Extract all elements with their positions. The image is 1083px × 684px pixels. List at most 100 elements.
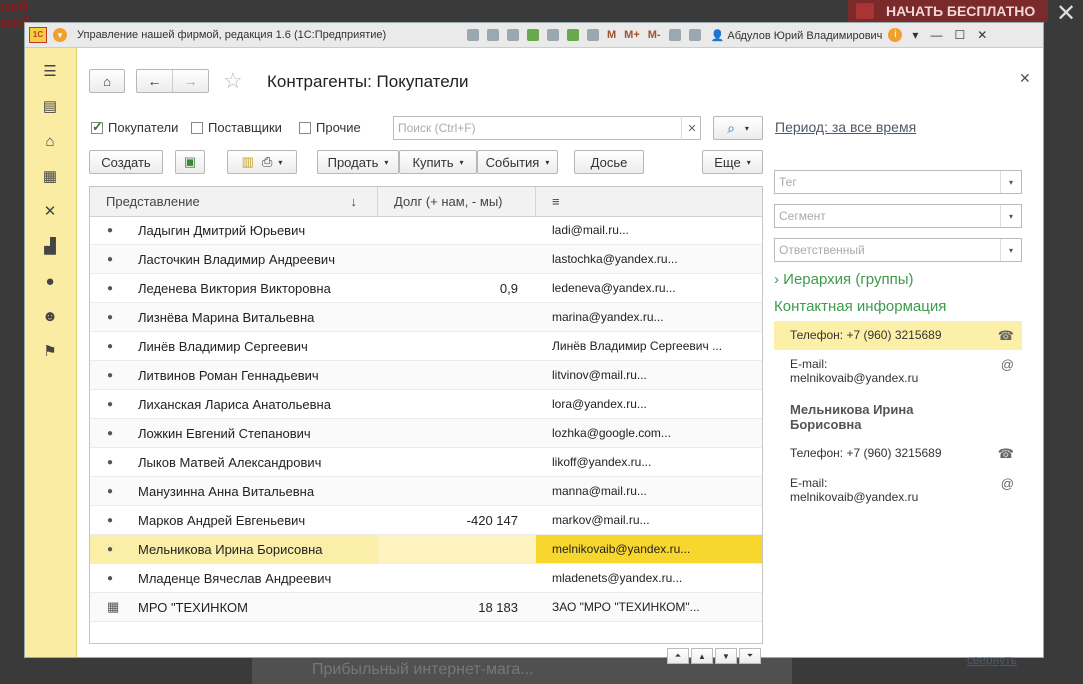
home-icon: ⌂	[103, 73, 111, 89]
table-row[interactable]: ● Леденева Виктория Викторовна 0,9 ledeneva…	[90, 274, 762, 303]
table-row[interactable]: ● Лыков Матвей Александрович likoff@yandex…	[90, 448, 762, 477]
period-link[interactable]: Период: за все время	[775, 119, 916, 135]
first-page-icon[interactable]: ⏶	[667, 648, 689, 664]
preview-icon[interactable]	[507, 29, 519, 41]
contact-email-row[interactable]: E-mail: melnikovaib@yandex.ru @	[774, 357, 1022, 391]
user-icon: 👤	[710, 29, 728, 42]
overlay-close-icon[interactable]: ✕	[1056, 2, 1076, 26]
zoom-icon[interactable]	[668, 29, 681, 41]
contacts-card-icon[interactable]: ▤	[41, 99, 59, 115]
person-phone-row[interactable]: Телефон: +7 (960) 3215689 ☎	[774, 446, 1022, 466]
column-name-label: Представление	[106, 194, 200, 209]
users-icon[interactable]: ☻	[41, 309, 59, 325]
close-form-icon[interactable]: ✕	[1019, 70, 1031, 87]
responsible-select[interactable]: Ответственный ▾	[774, 238, 1022, 262]
phone-icon: ☎	[997, 328, 1014, 343]
favorite-star-icon[interactable]: ☆	[223, 69, 243, 93]
next-page-icon[interactable]: ▼	[715, 648, 737, 664]
table-row[interactable]: ● Младенце Вячеслав Андреевич mladenets@ya…	[90, 564, 762, 593]
row-debt	[378, 303, 518, 331]
checkbox-icon[interactable]	[191, 121, 203, 134]
cart-icon[interactable]: ▦	[41, 169, 59, 185]
table-pager: ⏶ ▲ ▼ ⏷	[667, 648, 761, 664]
row-name: МРО "ТЕХИНКОМ	[138, 599, 248, 615]
calendar-icon[interactable]	[587, 29, 599, 41]
search-input[interactable]: Поиск (Ctrl+F)	[393, 116, 701, 140]
clear-search-icon[interactable]: ✕	[681, 116, 702, 140]
person-icon: ●	[107, 253, 114, 265]
basket-icon[interactable]: ⌂	[41, 134, 59, 150]
save-icon[interactable]	[467, 29, 479, 41]
calculator-icon[interactable]	[567, 29, 579, 41]
column-header-name[interactable]: Представление ↓	[90, 187, 378, 216]
row-name: Литвинов Роман Геннадьевич	[138, 367, 319, 383]
memory-button[interactable]: M	[607, 29, 616, 41]
info-icon[interactable]: i	[888, 28, 903, 42]
panel-icon[interactable]	[688, 29, 701, 41]
start-free-label: НАЧАТЬ БЕСПЛАТНО	[886, 3, 1036, 19]
table-row[interactable]: ● Ложкин Евгений Степанович lozhka@google.…	[90, 419, 762, 448]
collapse-link[interactable]: свернуть	[967, 653, 1017, 667]
checkbox-checked-icon[interactable]	[91, 119, 103, 135]
back-arrow-icon[interactable]: ←	[137, 70, 172, 92]
chevron-down-icon: ▾	[1000, 205, 1021, 227]
person-icon: ●	[107, 485, 114, 497]
column-header-contacts[interactable]: ≡	[536, 187, 762, 216]
segment-select[interactable]: Сегмент ▾	[774, 204, 1022, 228]
person-icon: ●	[107, 427, 114, 439]
scan-icon[interactable]	[547, 29, 559, 41]
tools-icon[interactable]: ✕	[41, 204, 59, 220]
forward-arrow-icon[interactable]: →	[172, 70, 208, 92]
tag-select[interactable]: Тег ▾	[774, 170, 1022, 194]
ruble-icon[interactable]: ●	[41, 274, 59, 290]
table-row[interactable]: ● Марков Андрей Евгеньевич -420 147 markov@…	[90, 506, 762, 535]
memory-minus-button[interactable]: M-	[648, 29, 661, 41]
more-button[interactable]: Еще ▾	[702, 150, 763, 174]
factory-icon[interactable]: ▟	[41, 239, 59, 255]
close-icon[interactable]: ✕	[977, 28, 987, 42]
contact-phone-row[interactable]: Телефон: +7 (960) 3215689 ☎	[774, 321, 1022, 350]
dossier-button[interactable]: Досье	[574, 150, 644, 174]
table-row[interactable]: ● Литвинов Роман Геннадьевич litvinov@mail…	[90, 361, 762, 390]
table-row[interactable]: ● Лиханская Лариса Анатольевна lora@yandex…	[90, 390, 762, 419]
table-row[interactable]: ● Манузинна Анна Витальевна manna@mail.ru.…	[90, 477, 762, 506]
row-name: Младенце Вячеслав Андреевич	[138, 570, 332, 586]
print-icon[interactable]	[487, 29, 499, 41]
prev-page-icon[interactable]: ▲	[691, 648, 713, 664]
filter-suppliers[interactable]: Поставщики	[191, 120, 282, 135]
dropdown-icon[interactable]: ▾	[912, 28, 918, 42]
hierarchy-toggle[interactable]: › Иерархия (группы)	[774, 271, 913, 288]
menu-icon[interactable]: ☰	[41, 64, 59, 80]
counterparties-table[interactable]: Представление ↓ Долг (+ нам, - мы) ≡ ● Ла…	[89, 186, 763, 644]
sell-button[interactable]: Продать ▾	[317, 150, 399, 174]
table-row[interactable]: ● Мельникова Ирина Борисовна melnikovaib@y…	[90, 535, 762, 564]
home-button[interactable]: ⌂	[89, 69, 125, 93]
main-menu-icon[interactable]: ▾	[53, 28, 67, 42]
row-name: Мельникова Ирина Борисовна	[138, 541, 323, 557]
table-row[interactable]: ● Ласточкин Владимир Андреевич lastochka@y…	[90, 245, 762, 274]
table-row[interactable]: ● Лизнёва Марина Витальевна marina@yandex.…	[90, 303, 762, 332]
filter-other[interactable]: Прочие	[299, 120, 361, 135]
user-name[interactable]: 👤 Абдулов Юрий Владимирович	[711, 29, 883, 42]
create-button[interactable]: Создать	[89, 150, 163, 174]
memory-plus-button[interactable]: M+	[624, 29, 640, 41]
upload-icon[interactable]	[527, 29, 539, 41]
column-header-debt[interactable]: Долг (+ нам, - мы)	[378, 187, 536, 216]
filter-customers[interactable]: Покупатели	[91, 119, 178, 135]
at-icon: @	[1000, 357, 1014, 372]
table-row[interactable]: ▦ МРО "ТЕХИНКОМ 18 183 ЗАО "МРО "ТЕХИНКОМ".…	[90, 593, 762, 622]
maximize-icon[interactable]: ☐	[954, 28, 965, 42]
minimize-icon[interactable]: —	[930, 28, 942, 42]
table-row[interactable]: ● Ладыгин Дмитрий Юрьевич ladi@mail.ru...	[90, 216, 762, 245]
table-row[interactable]: ● Линёв Владимир Сергеевич Линёв Владимир …	[90, 332, 762, 361]
start-free-button[interactable]: НАЧАТЬ БЕСПЛАТНО	[848, 0, 1048, 22]
copy-button[interactable]: ▣	[175, 150, 205, 174]
person-email-row[interactable]: E-mail: melnikovaib@yandex.ru @	[774, 476, 1022, 510]
flag-icon[interactable]: ⚑	[41, 344, 59, 360]
search-button[interactable]: ⌕ ▾	[713, 116, 763, 140]
last-page-icon[interactable]: ⏷	[739, 648, 761, 664]
buy-button[interactable]: Купить ▾	[399, 150, 477, 174]
checkbox-icon[interactable]	[299, 121, 311, 134]
print-actions-button[interactable]: ▥ ⎙ ▾	[227, 150, 297, 174]
events-button[interactable]: События ▾	[477, 150, 558, 174]
